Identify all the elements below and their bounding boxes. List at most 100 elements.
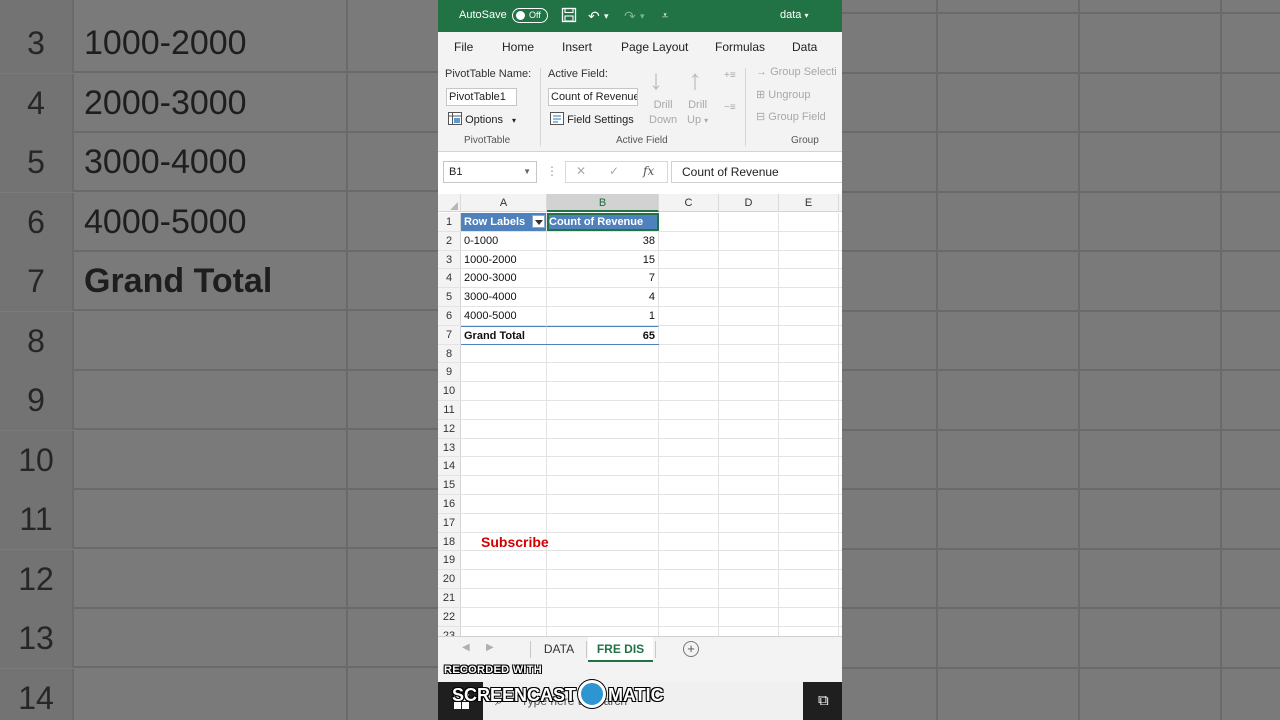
cell-d[interactable] <box>719 513 779 532</box>
cell-b[interactable] <box>547 438 659 457</box>
tab-insert[interactable]: Insert <box>562 40 592 54</box>
cell-c[interactable] <box>659 307 719 325</box>
column-header-e[interactable]: E <box>779 194 839 212</box>
save-icon[interactable] <box>561 7 577 27</box>
pivot-row-label[interactable]: 2000-3000 <box>461 269 547 288</box>
cell-a[interactable] <box>461 626 547 636</box>
cancel-icon[interactable]: ✕ <box>576 164 586 178</box>
cell-e[interactable] <box>779 589 839 607</box>
cell-c[interactable] <box>659 325 719 344</box>
autosave-toggle[interactable]: Off <box>512 8 548 23</box>
cell-d[interactable] <box>719 307 779 325</box>
cell-c[interactable] <box>659 457 719 476</box>
cell-e[interactable] <box>779 288 839 306</box>
pivot-row-count[interactable]: 4 <box>547 288 659 306</box>
row-number[interactable]: 7 <box>438 325 461 344</box>
cell-b[interactable] <box>547 626 659 636</box>
cell-d[interactable] <box>719 250 779 269</box>
row-number[interactable]: 3 <box>438 250 461 269</box>
row-number[interactable]: 22 <box>438 607 461 626</box>
cell-e[interactable] <box>779 231 839 250</box>
cell-e[interactable] <box>779 344 839 363</box>
cell-a[interactable] <box>461 438 547 457</box>
cell-e[interactable] <box>779 250 839 269</box>
sheet-tab-fre-dis[interactable]: FRE DIS <box>588 637 653 662</box>
scroll-left-icon[interactable]: ◀ <box>462 642 470 653</box>
cell-a[interactable] <box>461 382 547 400</box>
row-number[interactable]: 2 <box>438 231 461 250</box>
cell-e[interactable] <box>779 325 839 344</box>
cell-d[interactable] <box>719 476 779 494</box>
cell-b[interactable] <box>547 344 659 363</box>
pivot-row-count[interactable]: 15 <box>547 250 659 269</box>
row-number[interactable]: 18 <box>438 532 461 551</box>
pivot-row-count[interactable]: 38 <box>547 231 659 250</box>
cell-e[interactable] <box>779 457 839 476</box>
cell-e[interactable] <box>779 570 839 588</box>
cell-c[interactable] <box>659 551 719 570</box>
cell-c[interactable] <box>659 344 719 363</box>
cell-c[interactable] <box>659 363 719 382</box>
cell-d[interactable] <box>719 325 779 344</box>
cell-d[interactable] <box>719 382 779 400</box>
column-header-a[interactable]: A <box>461 194 547 212</box>
tab-formulas[interactable]: Formulas <box>715 40 765 54</box>
cell-d[interactable] <box>719 401 779 419</box>
cell-c[interactable] <box>659 513 719 532</box>
cell-b[interactable] <box>547 607 659 626</box>
cell-d[interactable] <box>719 419 779 438</box>
row-number[interactable]: 9 <box>438 363 461 382</box>
cell-a[interactable] <box>461 419 547 438</box>
cell-c[interactable] <box>659 607 719 626</box>
cell-d[interactable] <box>719 570 779 588</box>
cell-c[interactable] <box>659 532 719 551</box>
pivot-row-label[interactable]: 3000-4000 <box>461 288 547 306</box>
cell-b[interactable] <box>547 401 659 419</box>
cell-a[interactable] <box>461 344 547 363</box>
pivot-header-count[interactable]: Count of Revenue <box>547 213 659 231</box>
row-number[interactable]: 19 <box>438 551 461 570</box>
cell-c[interactable] <box>659 495 719 513</box>
row-number[interactable]: 4 <box>438 269 461 288</box>
row-number[interactable]: 21 <box>438 589 461 607</box>
cell-d[interactable] <box>719 231 779 250</box>
cell-c[interactable] <box>659 438 719 457</box>
cell-d[interactable] <box>719 607 779 626</box>
cell-e[interactable] <box>779 532 839 551</box>
cell-a[interactable] <box>461 495 547 513</box>
cell-a[interactable] <box>461 513 547 532</box>
tab-page-layout[interactable]: Page Layout <box>621 40 688 54</box>
tab-file[interactable]: File <box>454 40 473 54</box>
cell-e[interactable] <box>779 382 839 400</box>
select-all-corner[interactable] <box>438 194 461 212</box>
cell-e[interactable] <box>779 269 839 288</box>
cell-c[interactable] <box>659 231 719 250</box>
cell-e[interactable] <box>779 495 839 513</box>
cell-d[interactable] <box>719 344 779 363</box>
add-sheet-icon[interactable]: + <box>683 641 699 657</box>
tab-home[interactable]: Home <box>502 40 534 54</box>
cell-a[interactable] <box>461 570 547 588</box>
cell-b[interactable] <box>547 457 659 476</box>
cell-c[interactable] <box>659 401 719 419</box>
pivot-row-count[interactable]: 7 <box>547 269 659 288</box>
cell-c[interactable] <box>659 382 719 400</box>
cell-e[interactable] <box>779 438 839 457</box>
cell-d[interactable] <box>719 438 779 457</box>
cell-c[interactable] <box>659 213 719 231</box>
cell-e[interactable] <box>779 626 839 636</box>
cell-c[interactable] <box>659 570 719 588</box>
column-header-b[interactable]: B <box>547 194 659 212</box>
pivot-row-label[interactable]: 0-1000 <box>461 231 547 250</box>
cell-b[interactable] <box>547 419 659 438</box>
task-view-icon[interactable]: ⧉ <box>818 692 829 709</box>
cell-d[interactable] <box>719 532 779 551</box>
cell-b[interactable] <box>547 589 659 607</box>
tab-data[interactable]: Data <box>792 40 817 54</box>
cell-b[interactable] <box>547 570 659 588</box>
pivot-row-label[interactable]: 1000-2000 <box>461 250 547 269</box>
cell-d[interactable] <box>719 213 779 231</box>
cell-c[interactable] <box>659 288 719 306</box>
options-button[interactable]: Options ▾ <box>448 112 516 128</box>
cell-a[interactable] <box>461 551 547 570</box>
